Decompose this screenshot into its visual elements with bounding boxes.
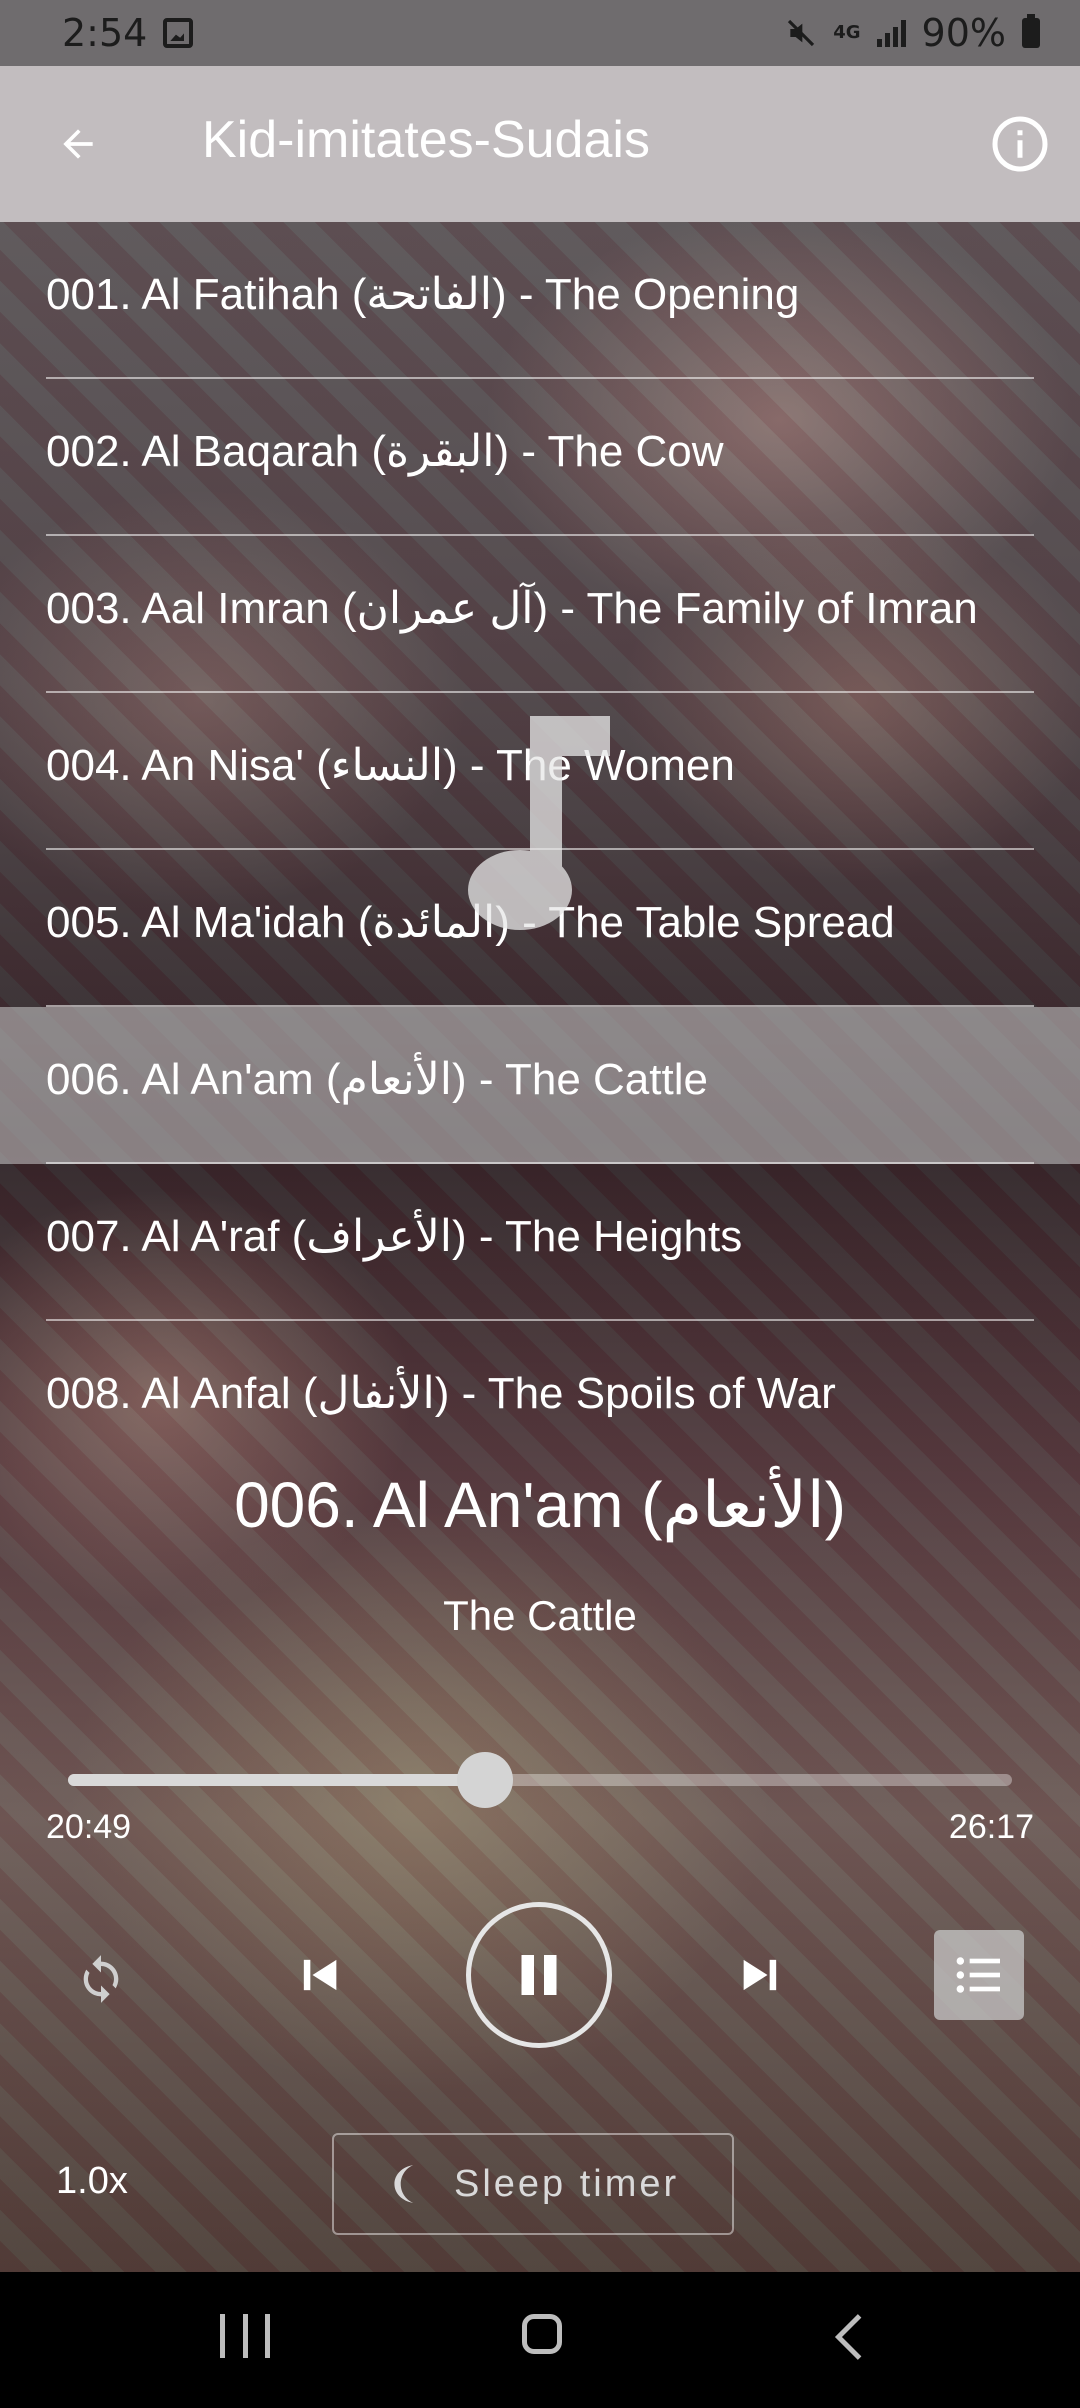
system-back-button[interactable] <box>830 2312 870 2362</box>
track-label: 006. Al An'am (الأنعام) - The Cattle <box>46 1055 708 1104</box>
track-item[interactable]: 001. Al Fatihah (الفاتحة) - The Opening <box>0 222 1080 379</box>
track-label: 008. Al Anfal (الأنفال) - The Spoils of … <box>46 1369 836 1418</box>
elapsed-time: 20:49 <box>46 1808 132 1846</box>
pause-button[interactable] <box>466 1902 612 2048</box>
sleep-timer-label: Sleep timer <box>454 2162 680 2205</box>
repeat-button[interactable] <box>62 1940 140 2018</box>
moon-icon <box>394 2165 414 2203</box>
total-time: 26:17 <box>948 1808 1034 1846</box>
info-button[interactable] <box>990 114 1050 174</box>
skip-next-icon <box>743 1959 777 1991</box>
recent-apps-button[interactable] <box>220 2314 270 2362</box>
gallery-notification-icon <box>163 18 194 48</box>
previous-button[interactable] <box>280 1936 358 2014</box>
seek-bar[interactable] <box>68 1752 1012 1808</box>
playlist-button[interactable] <box>934 1930 1024 2020</box>
chevron-left-icon <box>834 2314 862 2360</box>
track-item[interactable]: 007. Al A'raf (الأعراف) - The Heights <box>0 1164 1080 1321</box>
now-playing-title: 006. Al An'am (الأنعام) <box>234 1469 846 1541</box>
battery-icon <box>1022 14 1040 48</box>
status-left: 2:54 <box>62 11 194 55</box>
skip-previous-icon <box>303 1959 337 1991</box>
battery-percent: 90% <box>921 11 1006 55</box>
seek-bar-fill <box>68 1774 486 1786</box>
seek-bar-thumb[interactable] <box>457 1752 514 1808</box>
info-icon <box>992 116 1048 172</box>
next-button[interactable] <box>722 1936 800 2014</box>
mute-icon <box>788 19 815 47</box>
network-type-label: 4G <box>833 22 861 43</box>
track-label: 007. Al A'raf (الأعراف) - The Heights <box>46 1212 743 1261</box>
sleep-timer-button[interactable]: Sleep timer <box>332 2133 734 2235</box>
track-item-selected[interactable]: 006. Al An'am (الأنعام) - The Cattle <box>0 1007 1080 1164</box>
track-item[interactable]: 008. Al Anfal (الأنفال) - The Spoils of … <box>0 1321 1080 1478</box>
arrow-left-icon <box>63 129 93 159</box>
back-button[interactable] <box>40 106 116 182</box>
music-note-icon <box>468 716 610 930</box>
now-playing-subtitle: The Cattle <box>443 1592 637 1639</box>
track-label: 003. Aal Imran (آل عمران) - The Family o… <box>46 584 978 633</box>
track-label: 004. An Nisa' (النساء) - The Women <box>46 741 735 790</box>
track-label: 001. Al Fatihah (الفاتحة) - The Opening <box>46 270 800 319</box>
playlist-icon <box>956 1957 1000 1993</box>
track-item[interactable]: 002. Al Baqarah (البقرة) - The Cow <box>0 379 1080 536</box>
signal-icon <box>876 19 906 47</box>
status-time: 2:54 <box>62 11 148 55</box>
repeat-icon <box>83 1955 119 2003</box>
page-title: Kid-imitates-Sudais <box>202 111 650 169</box>
pause-icon <box>521 1955 557 1995</box>
system-nav-bar <box>0 2272 1080 2408</box>
track-label: 002. Al Baqarah (البقرة) - The Cow <box>46 427 724 476</box>
status-bar: 2:54 4G 90% <box>0 0 1080 66</box>
track-item[interactable]: 003. Aal Imran (آل عمران) - The Family o… <box>0 536 1080 693</box>
app-bar: Kid-imitates-Sudais <box>0 66 1080 222</box>
playback-speed-button[interactable]: 1.0x <box>56 2160 128 2203</box>
home-button[interactable] <box>522 2314 562 2354</box>
status-right: 4G 90% <box>785 11 1040 55</box>
